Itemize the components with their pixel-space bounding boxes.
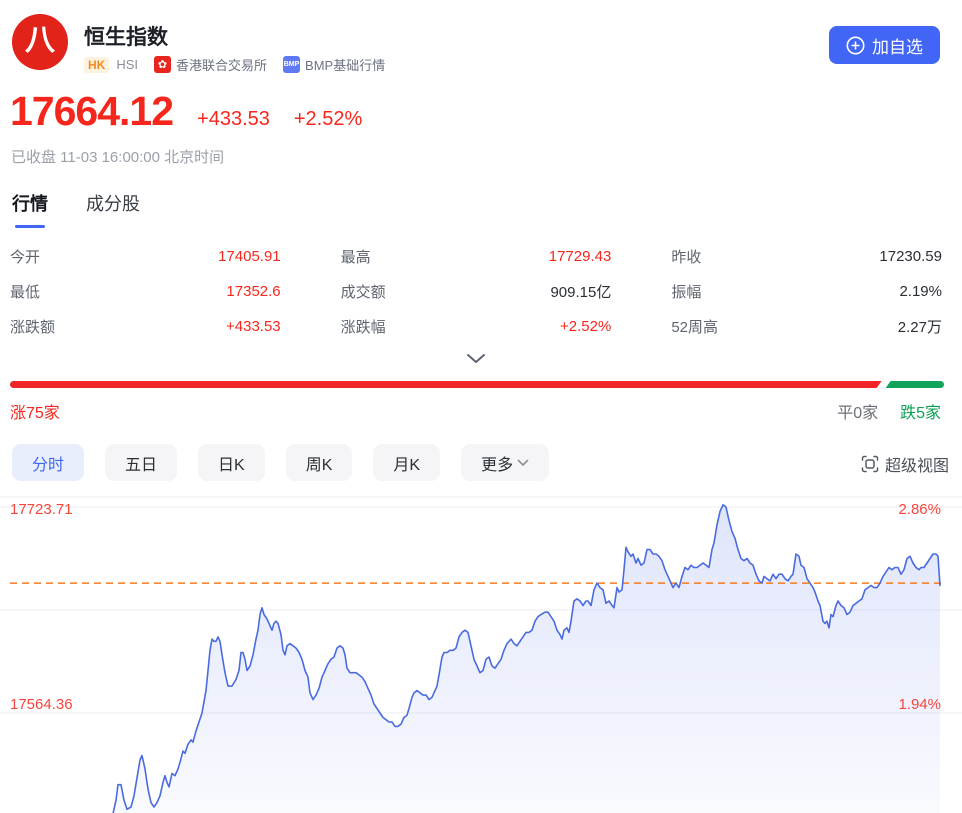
stat-cell: 今开 17405.91 — [10, 246, 281, 267]
period-tab-label: 五日 — [125, 456, 158, 474]
bmp-icon: BMP — [283, 56, 301, 73]
chart-period-tabs: 分时 五日 日K 周K 月K 更多 — [12, 444, 570, 481]
stat-cell: 涨跌幅 +2.52% — [341, 316, 612, 337]
stat-value: 2.27万 — [897, 319, 942, 336]
expand-stats-button[interactable] — [462, 352, 490, 370]
stat-label: 昨收 — [671, 249, 702, 266]
tab-quotes[interactable]: 行情 — [12, 190, 48, 228]
stat-value: 17230.59 — [879, 248, 942, 265]
price-change-percent: +2.52% — [293, 108, 363, 130]
chart-low-price-label: 17564.36 — [10, 696, 73, 713]
stat-label: 最高 — [340, 249, 371, 266]
stat-label: 振幅 — [671, 284, 702, 301]
add-watchlist-label: 加自选 — [872, 37, 923, 57]
exchange-name: 香港联合交易所 — [176, 58, 268, 73]
breadth-counts: 涨75家 平0家 跌5家 — [10, 399, 941, 423]
period-tab-6[interactable]: 更多 — [461, 444, 550, 481]
period-tab-label: 月K — [393, 456, 421, 474]
tab-constituents[interactable]: 成分股 — [86, 190, 140, 228]
super-view-label: 超级视图 — [884, 458, 949, 475]
intraday-chart[interactable]: 17723.71 2.86% 17564.36 1.94% — [0, 496, 962, 813]
price-area-fill — [113, 504, 940, 813]
stat-cell: 最低 17352.6 — [10, 281, 281, 302]
chart-low-pct-label: 1.94% — [898, 696, 941, 713]
app-logo: 八 — [12, 14, 68, 70]
stat-value: 17729.43 — [548, 248, 612, 265]
tab-quotes-label: 行情 — [12, 194, 48, 214]
period-tab-5[interactable]: 月K — [373, 444, 441, 481]
intraday-chart-svg — [0, 496, 962, 813]
add-watchlist-button[interactable]: 加自选 — [829, 26, 940, 64]
hk-flag-icon: ✿ — [154, 56, 172, 73]
price-change: +433.53 — [197, 108, 270, 130]
period-tab-label: 周K — [305, 456, 333, 474]
breadth-up-count: 涨75家 — [10, 405, 60, 422]
market-status: 已收盘 11-03 16:00:00 北京时间 — [11, 149, 225, 166]
stat-label: 今开 — [10, 249, 41, 266]
period-tab-label: 更多 — [481, 456, 514, 474]
breadth-down-count: 跌5家 — [900, 405, 941, 422]
current-price: 17664.12 — [10, 88, 174, 134]
quote-level-name: BMP基础行情 — [305, 58, 386, 73]
period-tab-label: 分时 — [32, 456, 65, 474]
stats-grid: 今开 17405.91 最高 17729.43 昨收 17230.59 最低 17352.6 成… — [10, 246, 942, 337]
stat-cell: 昨收 17230.59 — [671, 246, 942, 267]
breadth-bar — [10, 381, 944, 388]
index-subrow: HK HSI ✿ 香港联合交易所 BMP BMP基础行情 — [84, 55, 401, 74]
stat-value: +2.52% — [560, 318, 612, 335]
plus-circle-icon — [846, 36, 865, 54]
stat-label: 涨跌幅 — [340, 319, 386, 336]
stat-value: 17352.6 — [226, 283, 281, 300]
hang-seng-logo-glyph: 八 — [25, 24, 55, 57]
main-tabs: 行情 成分股 — [12, 190, 178, 228]
stat-value: 909.15亿 — [550, 284, 612, 301]
stat-cell: 最高 17729.43 — [341, 246, 612, 267]
stat-cell: 52周高 2.27万 — [671, 316, 942, 337]
period-tab-4[interactable]: 周K — [285, 444, 353, 481]
stat-label: 52周高 — [671, 319, 719, 336]
market-badge: HK — [84, 56, 110, 73]
period-tab-label: 日K — [218, 456, 245, 474]
super-view-button[interactable]: 超级视图 — [861, 452, 949, 476]
stat-label: 最低 — [10, 284, 41, 301]
index-title: 恒生指数 — [84, 26, 168, 49]
super-view-icon — [861, 455, 879, 473]
stat-value: 2.19% — [899, 283, 942, 300]
stat-cell: 涨跌额 +433.53 — [10, 316, 281, 337]
stat-label: 成交额 — [340, 284, 386, 301]
price-row: 17664.12 +433.53 +2.52% — [10, 88, 362, 135]
chart-high-pct-label: 2.86% — [898, 501, 941, 518]
period-tab-1[interactable]: 分时 — [12, 444, 85, 481]
active-tab-underline — [15, 225, 45, 228]
stat-cell: 振幅 2.19% — [671, 281, 942, 302]
stat-value: +433.53 — [226, 318, 281, 335]
stat-label: 涨跌额 — [10, 319, 56, 336]
dropdown-chevron-icon — [517, 459, 529, 466]
period-tab-3[interactable]: 日K — [198, 444, 265, 481]
period-tab-2[interactable]: 五日 — [105, 444, 178, 481]
breadth-flat-count: 平0家 — [837, 405, 879, 422]
index-code: HSI — [116, 57, 139, 72]
chevron-down-icon — [467, 354, 485, 363]
breadth-bar-down-segment — [885, 381, 944, 388]
breadth-bar-up-segment — [10, 381, 882, 388]
stat-cell: 成交额 909.15亿 — [341, 281, 612, 302]
chart-high-price-label: 17723.71 — [10, 501, 73, 518]
tab-constituents-label: 成分股 — [86, 194, 140, 214]
stat-value: 17405.91 — [218, 248, 281, 265]
